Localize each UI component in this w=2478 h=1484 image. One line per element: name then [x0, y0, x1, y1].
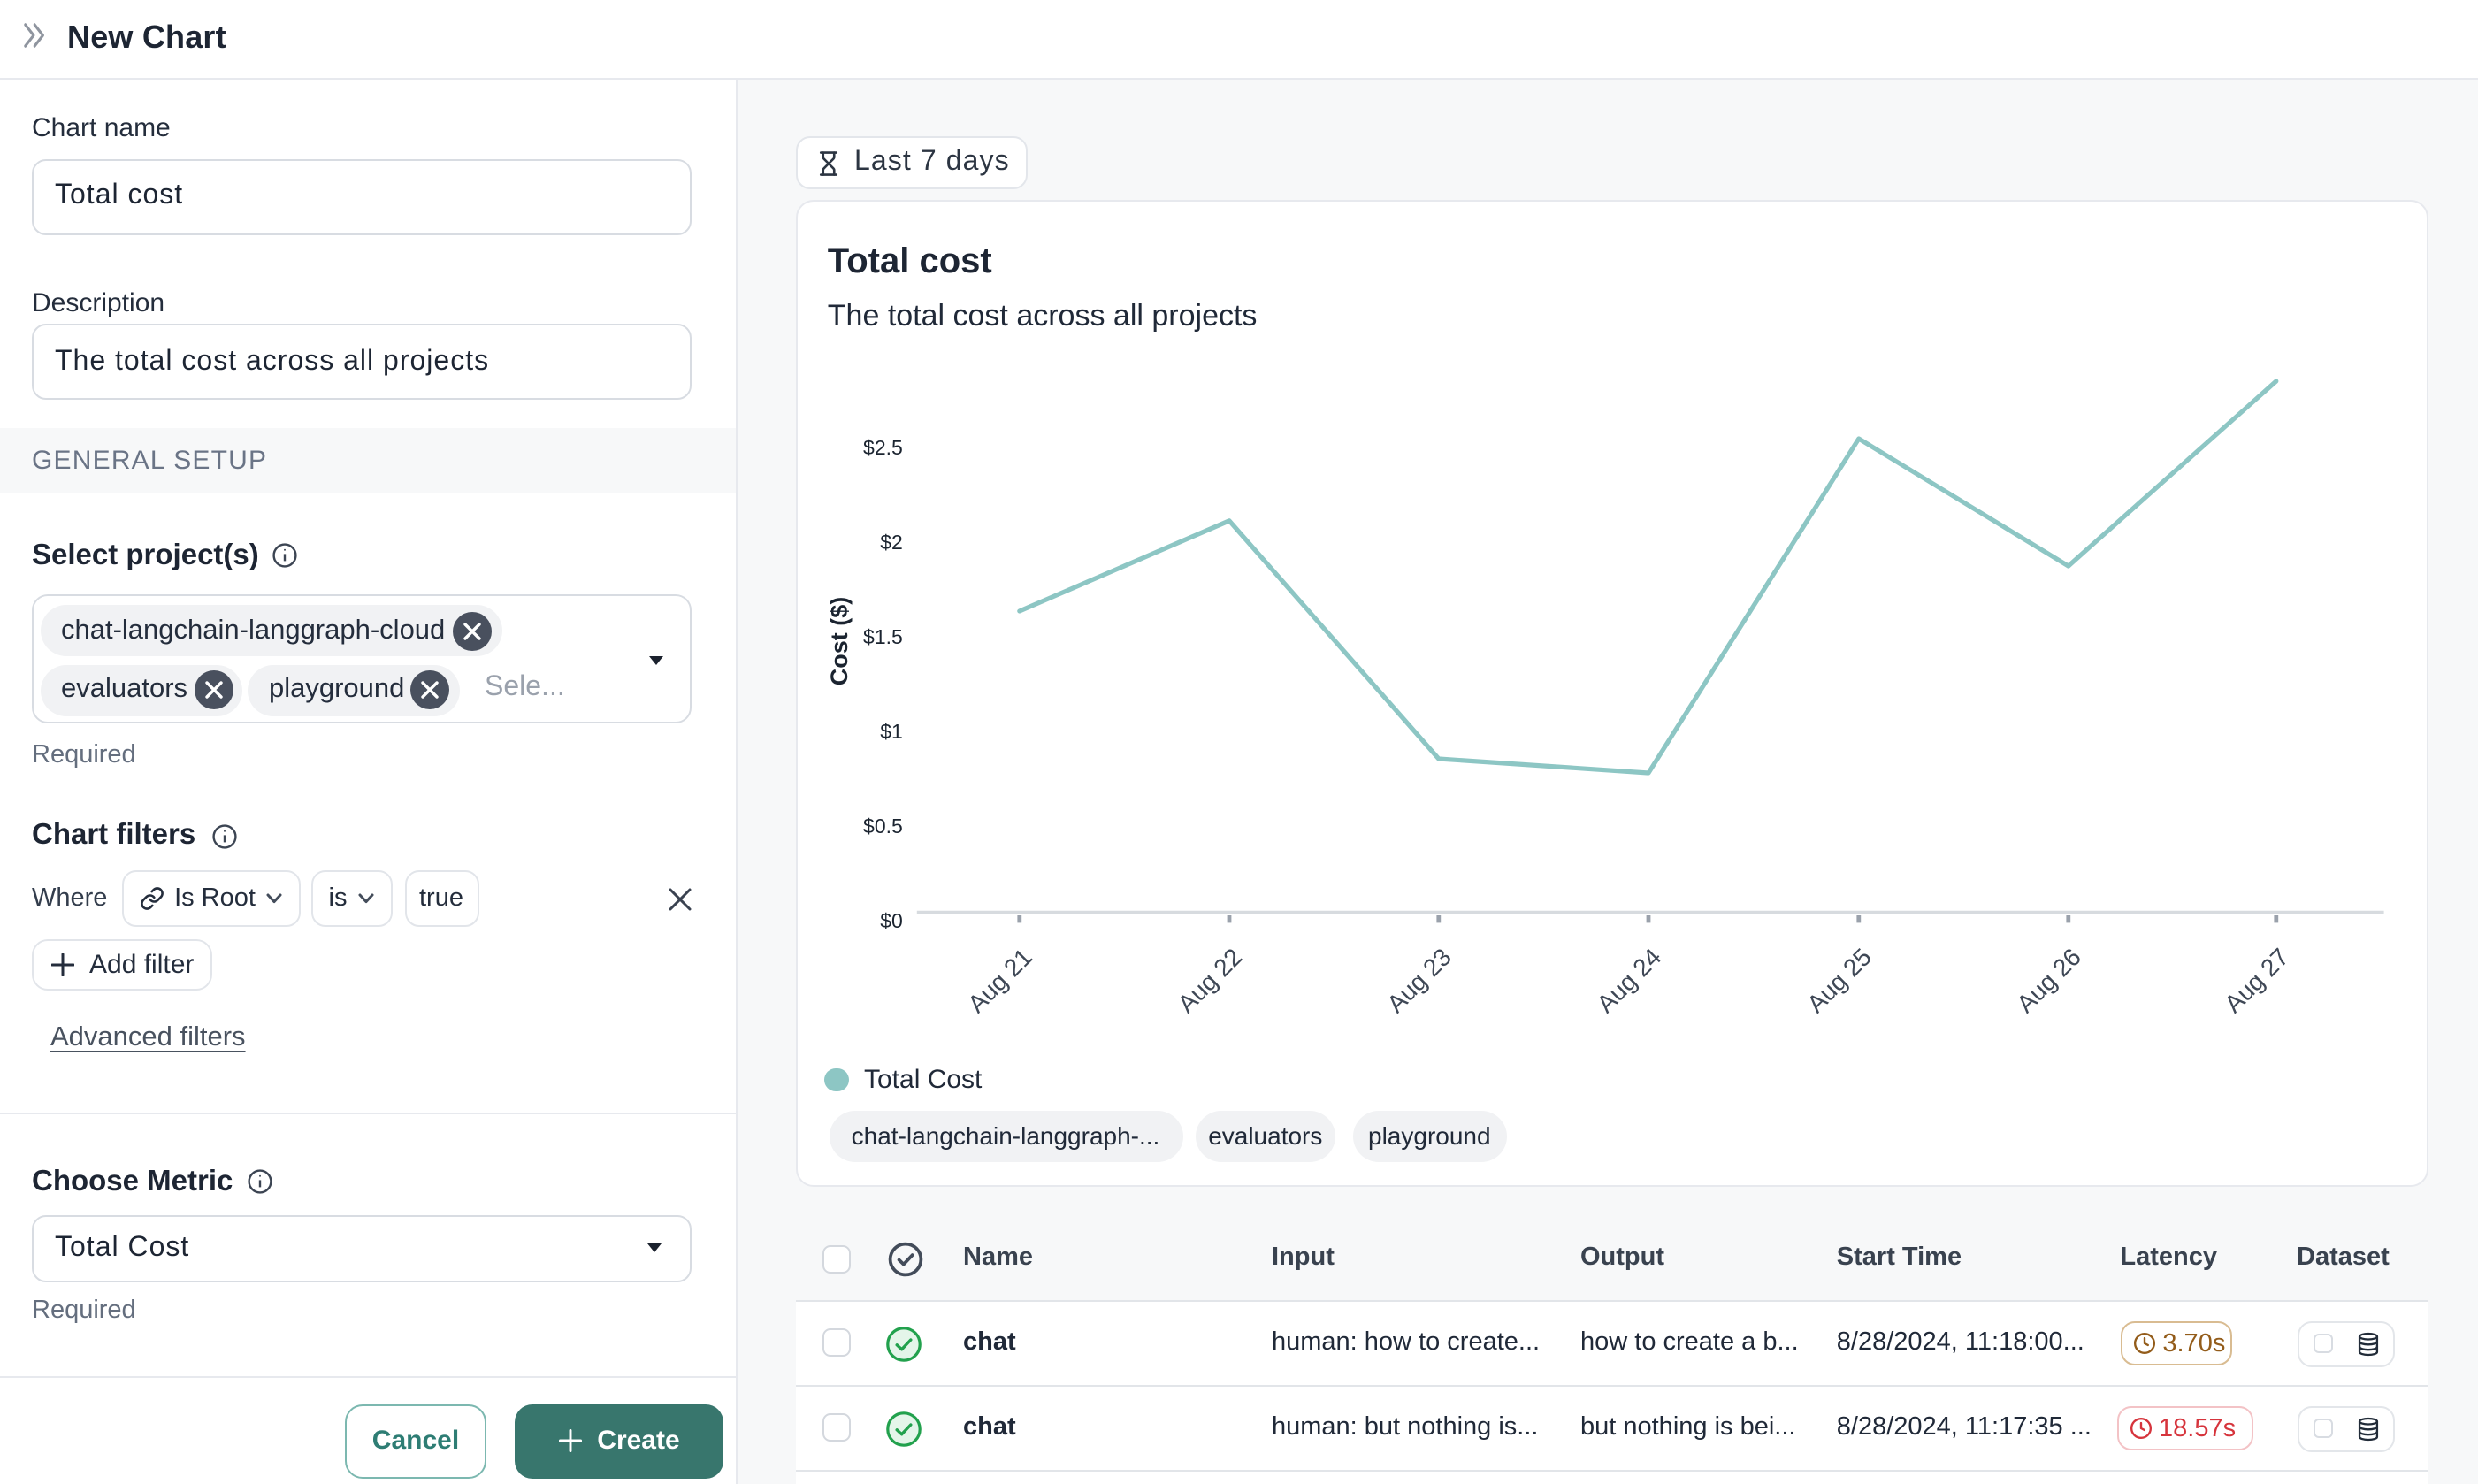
svg-text:$2: $2: [879, 531, 902, 554]
svg-text:Aug 21: Aug 21: [961, 943, 1036, 1018]
svg-text:$0: $0: [879, 909, 902, 932]
svg-text:$2.5: $2.5: [862, 436, 902, 459]
svg-text:Aug 22: Aug 22: [1172, 943, 1247, 1018]
svg-text:Cost ($): Cost ($): [825, 597, 852, 686]
svg-text:$0.5: $0.5: [862, 815, 902, 838]
svg-text:Aug 25: Aug 25: [1801, 943, 1876, 1018]
svg-text:Aug 26: Aug 26: [2010, 943, 2085, 1018]
svg-text:Aug 27: Aug 27: [2218, 943, 2293, 1018]
svg-text:Aug 24: Aug 24: [1591, 943, 1666, 1018]
svg-text:$1.5: $1.5: [862, 625, 902, 648]
svg-text:Aug 23: Aug 23: [1380, 943, 1456, 1018]
svg-text:$1: $1: [879, 720, 902, 743]
